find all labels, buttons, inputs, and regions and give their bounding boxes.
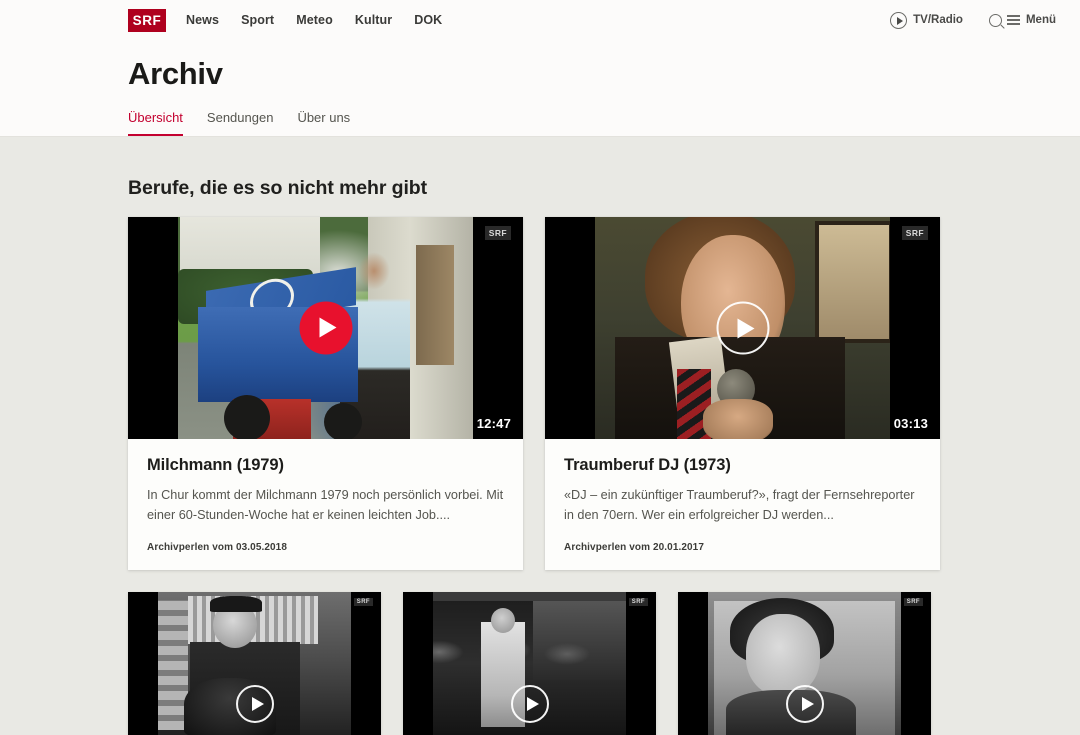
- circle-play-icon: [890, 11, 908, 29]
- srf-watermark: SRF: [353, 598, 373, 607]
- video-thumbnail[interactable]: SRF 12:47: [128, 217, 523, 439]
- letterbox-right: [473, 217, 523, 439]
- site-header: SRF News Sport Meteo Kultur DOK TV/Radio…: [0, 0, 1080, 137]
- srf-logo[interactable]: SRF: [128, 8, 166, 32]
- video-source-meta: Archivperlen vom 20.01.2017: [564, 542, 704, 554]
- video-thumbnail[interactable]: SRF: [128, 592, 381, 735]
- srf-watermark: SRF: [903, 598, 923, 607]
- video-card-grid-row-2: SRF SRF SRF: [128, 592, 952, 735]
- video-title[interactable]: Traumberuf DJ (1973): [564, 456, 921, 475]
- letterbox-left: [403, 592, 433, 735]
- play-icon[interactable]: [785, 684, 824, 723]
- letterbox-right: [901, 592, 931, 735]
- video-card-body: Milchmann (1979) In Chur kommt der Milch…: [128, 439, 523, 525]
- video-card[interactable]: SRF 12:47 Milchmann (1979) In Chur kommt…: [128, 217, 523, 571]
- letterbox-left: [128, 217, 178, 439]
- page-tabs: Übersicht Sendungen Über uns: [0, 92, 1080, 136]
- menu-button[interactable]: Menü: [988, 13, 1056, 27]
- nav-item-news[interactable]: News: [186, 13, 219, 27]
- letterbox-right: [626, 592, 656, 735]
- hamburger-icon[interactable]: [1006, 15, 1020, 25]
- tv-radio-label: TV/Radio: [913, 14, 963, 26]
- tab-uebersicht[interactable]: Übersicht: [128, 110, 183, 136]
- nav-item-kultur[interactable]: Kultur: [355, 13, 392, 27]
- page-title: Archiv: [128, 56, 223, 91]
- video-thumbnail[interactable]: SRF 03:13: [545, 217, 940, 439]
- play-icon[interactable]: [716, 301, 769, 355]
- main-nav: News Sport Meteo Kultur DOK: [186, 13, 442, 27]
- top-navigation-bar: SRF News Sport Meteo Kultur DOK TV/Radio…: [0, 0, 1080, 40]
- video-duration: 12:47: [476, 416, 511, 431]
- srf-watermark: SRF: [628, 598, 648, 607]
- letterbox-right: [351, 592, 381, 735]
- video-description: «DJ – ein zukünftiger Traumberuf?», frag…: [564, 488, 915, 522]
- play-icon[interactable]: [299, 301, 352, 355]
- section-title: Berufe, die es so nicht mehr gibt: [128, 177, 428, 199]
- video-title[interactable]: Milchmann (1979): [147, 456, 504, 475]
- tab-sendungen[interactable]: Sendungen: [207, 110, 274, 136]
- video-thumbnail[interactable]: SRF: [678, 592, 931, 735]
- search-icon[interactable]: [988, 13, 1002, 27]
- letterbox-left: [545, 217, 595, 439]
- tab-ueber-uns[interactable]: Über uns: [297, 110, 350, 136]
- video-card-grid: SRF 12:47 Milchmann (1979) In Chur kommt…: [128, 217, 952, 571]
- main-content: Berufe, die es so nicht mehr gibt SRF 12…: [0, 137, 1080, 735]
- letterbox-left: [128, 592, 158, 735]
- video-card[interactable]: SRF: [678, 592, 931, 735]
- nav-item-dok[interactable]: DOK: [414, 13, 442, 27]
- letterbox-left: [678, 592, 708, 735]
- header-actions: TV/Radio Menü: [890, 11, 1056, 29]
- menu-label: Menü: [1025, 14, 1056, 26]
- play-icon[interactable]: [235, 684, 274, 723]
- play-icon[interactable]: [510, 684, 549, 723]
- video-duration: 03:13: [893, 416, 928, 431]
- nav-item-sport[interactable]: Sport: [241, 13, 274, 27]
- srf-watermark: SRF: [484, 226, 511, 240]
- video-card-body: Traumberuf DJ (1973) «DJ – ein zukünftig…: [545, 439, 940, 525]
- video-card[interactable]: SRF: [128, 592, 381, 735]
- video-thumbnail[interactable]: SRF: [403, 592, 656, 735]
- srf-watermark: SRF: [901, 226, 928, 240]
- video-source-meta: Archivperlen vom 03.05.2018: [147, 542, 287, 554]
- tv-radio-button[interactable]: TV/Radio: [890, 11, 963, 29]
- video-card[interactable]: SRF: [403, 592, 656, 735]
- nav-item-meteo[interactable]: Meteo: [296, 13, 333, 27]
- video-description: In Chur kommt der Milchmann 1979 noch pe…: [147, 488, 504, 522]
- letterbox-right: [890, 217, 940, 439]
- video-card[interactable]: SRF 03:13 Traumberuf DJ (1973) «DJ – ein…: [545, 217, 940, 571]
